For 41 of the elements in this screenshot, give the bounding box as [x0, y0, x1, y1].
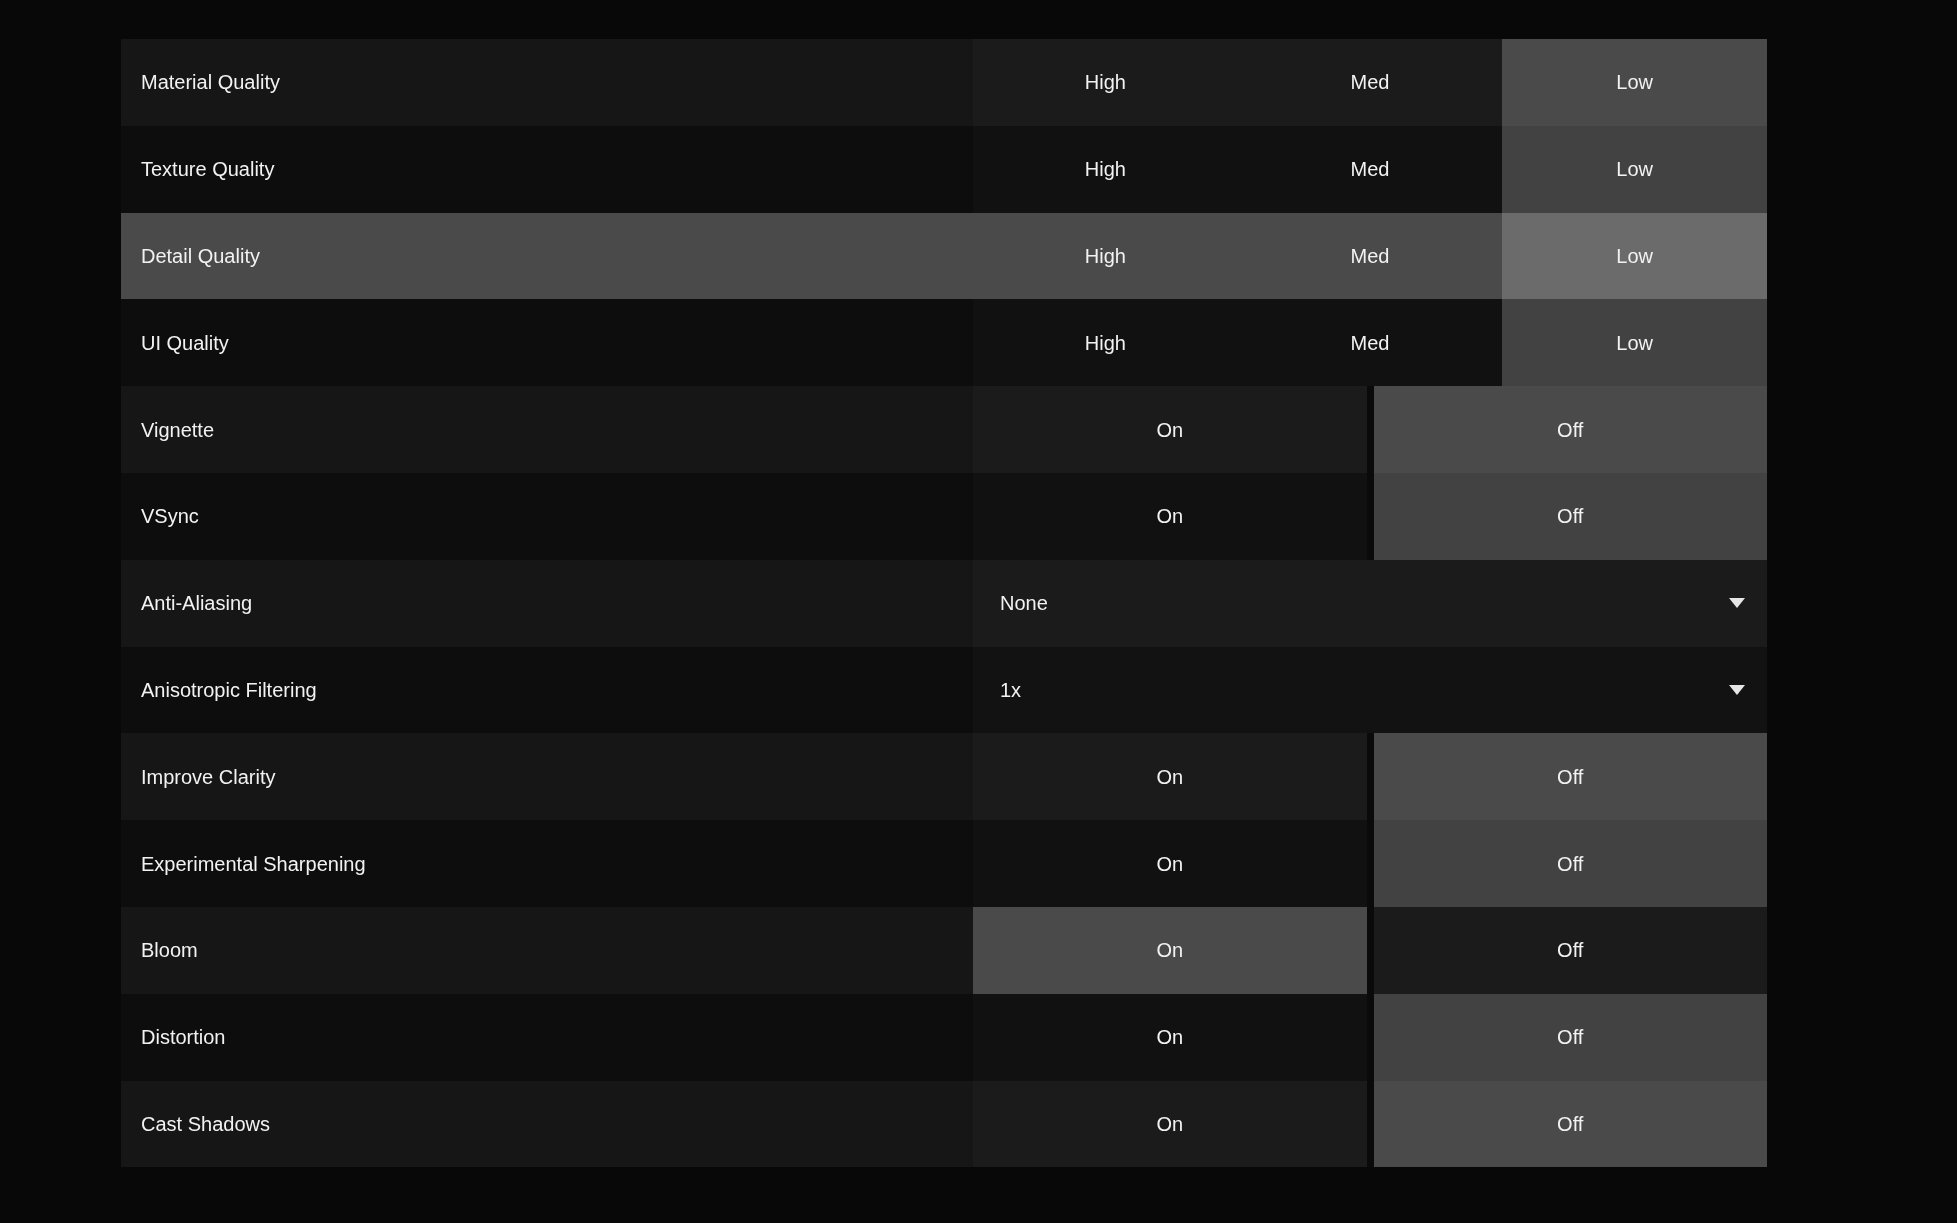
option-button[interactable]: Off	[1373, 993, 1767, 1081]
setting-label: Material Quality	[141, 70, 280, 96]
option-button[interactable]: High	[973, 39, 1238, 126]
setting-label: Cast Shadows	[141, 1111, 270, 1137]
setting-label: Anisotropic Filtering	[141, 677, 317, 703]
setting-label: Anti-Aliasing	[141, 591, 253, 617]
option-button[interactable]: Low	[1502, 125, 1767, 213]
option-button[interactable]: On	[973, 906, 1367, 994]
option-button[interactable]: Off	[1373, 820, 1767, 907]
option-button[interactable]: On	[973, 473, 1367, 560]
setting-label: Experimental Sharpening	[141, 851, 366, 877]
setting-label: VSync	[141, 504, 199, 530]
setting-label: Vignette	[141, 417, 215, 443]
option-button[interactable]: On	[973, 733, 1367, 821]
option-button[interactable]: Low	[1502, 39, 1767, 126]
option-button[interactable]: On	[973, 386, 1367, 473]
option-button[interactable]: Off	[1373, 386, 1767, 473]
caret-icon	[1729, 598, 1745, 609]
option-button[interactable]: Med	[1237, 299, 1503, 387]
option-button[interactable]: On	[973, 993, 1367, 1081]
setting-label: Bloom	[141, 938, 198, 964]
option-button[interactable]: Med	[1237, 125, 1503, 213]
option-button[interactable]: Off	[1373, 1080, 1767, 1168]
dropdown-field[interactable]: 1x	[973, 646, 1767, 734]
option-button[interactable]: Off	[1373, 906, 1767, 994]
option-button[interactable]: On	[973, 1080, 1367, 1168]
option-button[interactable]: Off	[1373, 733, 1767, 821]
setting-label: Improve Clarity	[141, 764, 276, 790]
setting-label: Texture Quality	[141, 157, 275, 183]
dropdown-field[interactable]: None	[973, 559, 1767, 647]
caret-icon	[1729, 684, 1745, 695]
option-button[interactable]: Med	[1237, 39, 1503, 126]
setting-label: Distortion	[141, 1025, 226, 1051]
option-button[interactable]: High	[973, 125, 1238, 213]
option-button[interactable]: On	[973, 820, 1367, 907]
setting-label: Detail Quality	[141, 244, 260, 269]
option-button[interactable]: Off	[1373, 473, 1767, 560]
setting-label: UI Quality	[141, 330, 229, 356]
option-button[interactable]: Low	[1502, 212, 1767, 300]
option-button[interactable]: High	[973, 299, 1238, 387]
option-button[interactable]: Low	[1502, 299, 1767, 387]
